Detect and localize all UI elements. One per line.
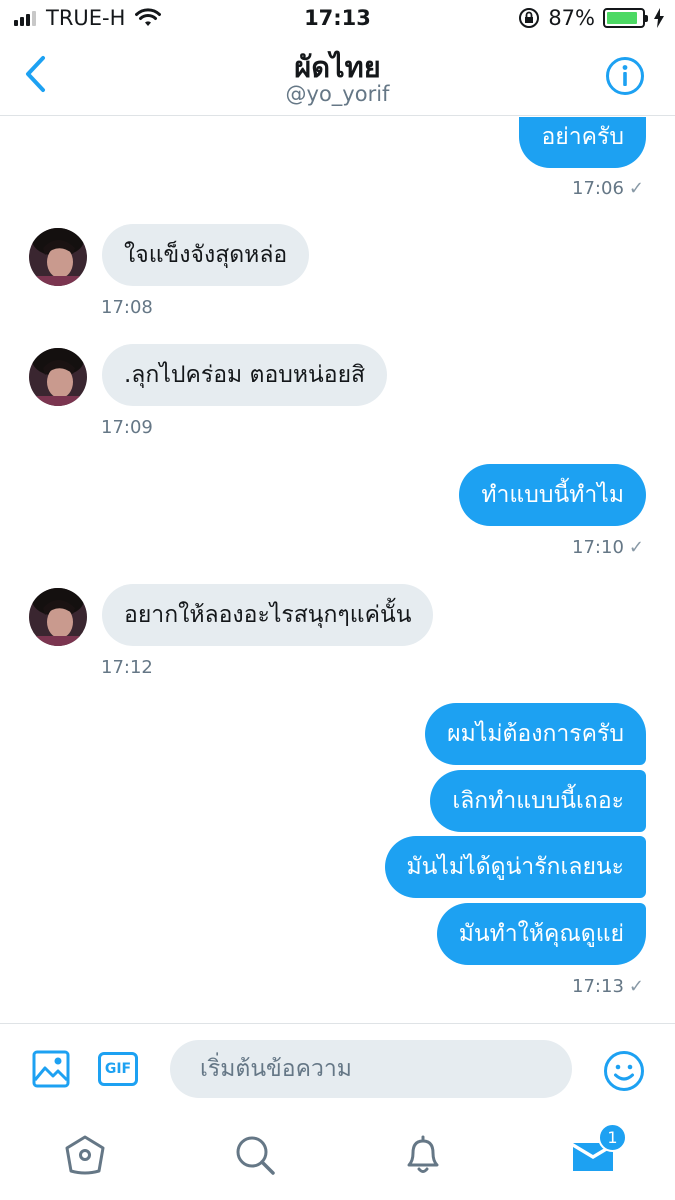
rotation-lock-icon xyxy=(519,8,540,28)
tab-bar xyxy=(0,1115,675,1200)
sent-message-bubble[interactable]: ทำแบบนี้ทำไม xyxy=(459,464,646,526)
avatar[interactable] xyxy=(29,348,87,406)
gif-button[interactable]: GIF xyxy=(98,1052,138,1086)
avatar[interactable] xyxy=(29,228,87,286)
battery-percent: 87% xyxy=(548,6,595,30)
message-timestamp: 17:06 ✓ xyxy=(572,178,644,199)
sent-message-bubble[interactable]: มันไม่ได้ดูน่ารักเลยนะ xyxy=(384,836,646,898)
conversation-handle[interactable]: @yo_yorif xyxy=(0,82,675,106)
status-right: 87% xyxy=(518,6,665,30)
avatar-photo xyxy=(29,228,87,286)
timestamp-text: 17:10 xyxy=(572,537,624,558)
image-icon[interactable] xyxy=(32,1050,70,1088)
sent-message-bubble[interactable]: มันทำให้คุณดูแย่ xyxy=(436,903,646,965)
notifications-bell-icon[interactable] xyxy=(401,1133,445,1177)
read-check-icon: ✓ xyxy=(628,976,644,997)
battery-icon xyxy=(603,8,648,28)
read-check-icon: ✓ xyxy=(628,178,644,199)
sent-message-bubble[interactable]: เลิกทำแบบนี้เถอะ xyxy=(430,770,646,832)
emoji-icon[interactable] xyxy=(603,1050,645,1092)
search-icon[interactable] xyxy=(233,1133,277,1177)
message-input[interactable] xyxy=(170,1040,572,1098)
charging-bolt-icon xyxy=(654,8,664,28)
received-message-bubble[interactable]: .ลุกไปคร่อม ตอบหน่อยสิ xyxy=(102,344,388,406)
read-check-icon: ✓ xyxy=(628,537,644,558)
message-timestamp: 17:10 ✓ xyxy=(572,537,644,558)
home-icon[interactable] xyxy=(63,1133,107,1177)
avatar[interactable] xyxy=(29,588,87,646)
message-composer: GIF xyxy=(0,1023,675,1115)
conversation-header: ผัดไทย @yo_yorif xyxy=(0,38,675,116)
message-timestamp: 17:13 ✓ xyxy=(572,976,644,997)
avatar-photo xyxy=(29,348,87,406)
status-bar: TRUE-H 17:13 87% xyxy=(0,0,675,38)
timestamp-text: 17:06 xyxy=(572,178,624,199)
received-message-bubble[interactable]: ใจแข็งจังสุดหล่อ xyxy=(102,224,310,286)
messages-badge: 1 xyxy=(598,1123,627,1152)
message-timestamp: 17:08 xyxy=(101,297,153,318)
info-icon[interactable] xyxy=(605,56,645,96)
sent-message-bubble[interactable]: ผมไม่ต้องการครับ xyxy=(425,703,646,765)
message-timestamp: 17:09 xyxy=(101,417,153,438)
sent-message-bubble[interactable]: อย่าครับ xyxy=(519,117,646,168)
avatar-photo xyxy=(29,588,87,646)
message-timestamp: 17:12 xyxy=(101,657,153,678)
received-message-bubble[interactable]: อยากให้ลองอะไรสนุกๆแค่นั้น xyxy=(102,584,434,646)
timestamp-text: 17:13 xyxy=(572,976,624,997)
message-thread[interactable]: อย่าครับ 17:06 ✓ ใจแข็งจังสุดหล่อ 17:08 .… xyxy=(0,117,675,1023)
